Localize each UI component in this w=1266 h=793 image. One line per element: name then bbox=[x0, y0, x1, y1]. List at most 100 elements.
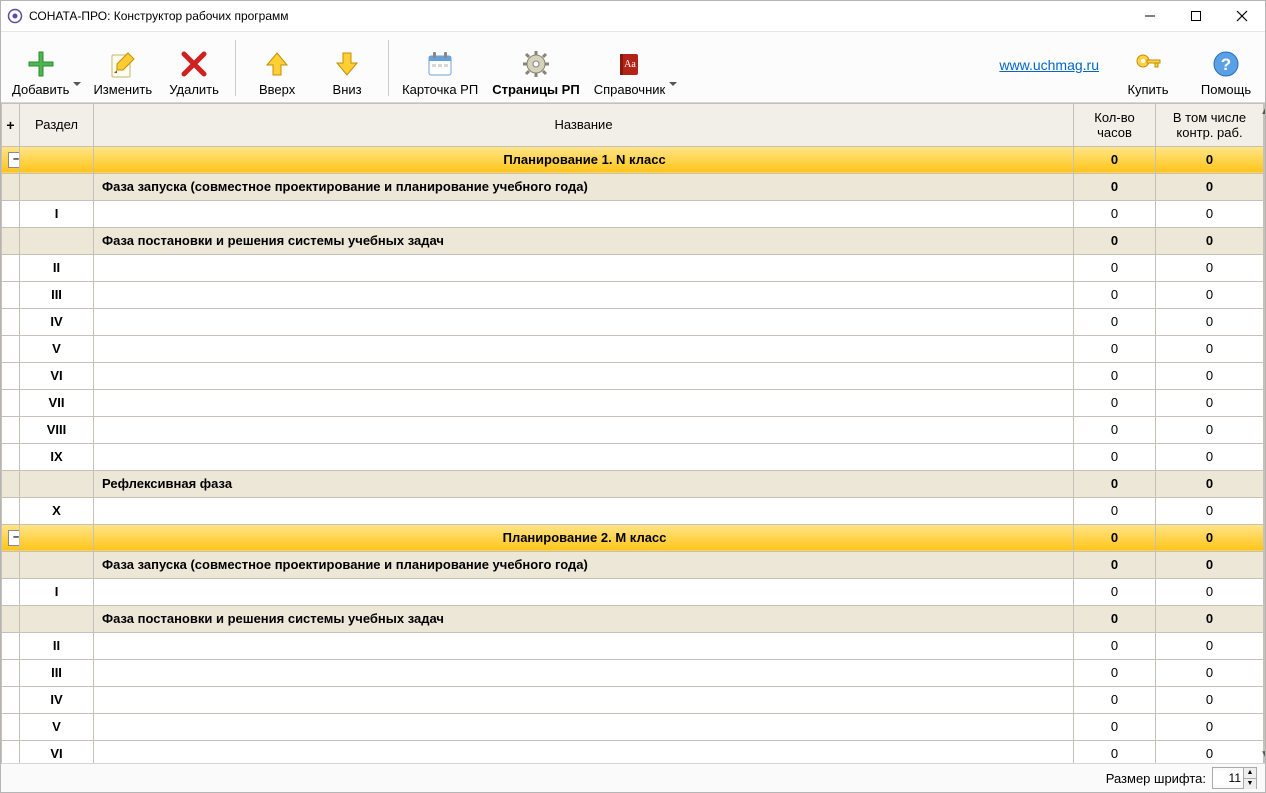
cell-ctrl[interactable]: 0 bbox=[1156, 389, 1264, 416]
cell-name[interactable]: Планирование 2. M класс bbox=[94, 524, 1074, 551]
cell-ctrl[interactable]: 0 bbox=[1156, 524, 1264, 551]
cell-hours[interactable]: 0 bbox=[1074, 362, 1156, 389]
grid-row[interactable]: II 00 bbox=[2, 632, 1264, 659]
window-close-button[interactable] bbox=[1219, 1, 1265, 31]
cell-section[interactable]: IV bbox=[20, 686, 94, 713]
cell-ctrl[interactable]: 0 bbox=[1156, 578, 1264, 605]
up-button[interactable]: Вверх bbox=[242, 36, 312, 100]
cell-ctrl[interactable]: 0 bbox=[1156, 200, 1264, 227]
cell-hours[interactable]: 0 bbox=[1074, 389, 1156, 416]
cell-name[interactable] bbox=[94, 335, 1074, 362]
cell-hours[interactable]: 0 bbox=[1074, 416, 1156, 443]
cell-section[interactable]: VI bbox=[20, 362, 94, 389]
reference-button[interactable]: Aa Справочник bbox=[587, 36, 683, 100]
cell-hours[interactable]: 0 bbox=[1074, 632, 1156, 659]
cell-ctrl[interactable]: 0 bbox=[1156, 713, 1264, 740]
grid-row[interactable]: V 00 bbox=[2, 713, 1264, 740]
cell-hours[interactable]: 0 bbox=[1074, 497, 1156, 524]
cell-section[interactable]: IX bbox=[20, 443, 94, 470]
cell-ctrl[interactable]: 0 bbox=[1156, 335, 1264, 362]
cell-section[interactable]: III bbox=[20, 281, 94, 308]
pages-button[interactable]: Страницы РП bbox=[485, 36, 587, 100]
cell-section[interactable]: II bbox=[20, 254, 94, 281]
cell-ctrl[interactable]: 0 bbox=[1156, 362, 1264, 389]
cell-hours[interactable]: 0 bbox=[1074, 254, 1156, 281]
grid-row[interactable]: VI 00 bbox=[2, 362, 1264, 389]
cell-section[interactable]: V bbox=[20, 713, 94, 740]
cell-hours[interactable]: 0 bbox=[1074, 227, 1156, 254]
edit-button[interactable]: Изменить bbox=[86, 36, 159, 100]
cell-ctrl[interactable]: 0 bbox=[1156, 227, 1264, 254]
grid-row[interactable]: VII 00 bbox=[2, 389, 1264, 416]
cell-section[interactable] bbox=[20, 227, 94, 254]
cell-section[interactable] bbox=[20, 524, 94, 551]
grid-row[interactable]: II00 bbox=[2, 254, 1264, 281]
cell-ctrl[interactable]: 0 bbox=[1156, 308, 1264, 335]
font-size-input[interactable] bbox=[1213, 771, 1243, 785]
cell-name[interactable] bbox=[94, 632, 1074, 659]
help-button[interactable]: ? Помощь bbox=[1191, 36, 1261, 100]
cell-hours[interactable]: 0 bbox=[1074, 740, 1156, 763]
cell-name[interactable]: Фаза постановки и решения системы учебны… bbox=[94, 605, 1074, 632]
cell-section[interactable]: VII bbox=[20, 389, 94, 416]
cell-name[interactable] bbox=[94, 740, 1074, 763]
cell-hours[interactable]: 0 bbox=[1074, 308, 1156, 335]
cell-section[interactable]: III bbox=[20, 659, 94, 686]
cell-hours[interactable]: 0 bbox=[1074, 281, 1156, 308]
col-header-hours[interactable]: Кол-во часов bbox=[1074, 103, 1156, 146]
cell-name[interactable] bbox=[94, 416, 1074, 443]
cell-name[interactable]: Фаза постановки и решения системы учебны… bbox=[94, 227, 1074, 254]
cell-ctrl[interactable]: 0 bbox=[1156, 281, 1264, 308]
font-size-spinner[interactable]: ▲ ▼ bbox=[1212, 767, 1257, 789]
cell-hours[interactable]: 0 bbox=[1074, 200, 1156, 227]
cell-ctrl[interactable]: 0 bbox=[1156, 605, 1264, 632]
cell-hours[interactable]: 0 bbox=[1074, 470, 1156, 497]
cell-hours[interactable]: 0 bbox=[1074, 713, 1156, 740]
grid-row[interactable]: III 00 bbox=[2, 281, 1264, 308]
cell-name[interactable] bbox=[94, 308, 1074, 335]
window-minimize-button[interactable] bbox=[1127, 1, 1173, 31]
cell-ctrl[interactable]: 0 bbox=[1156, 173, 1264, 200]
grid-row[interactable]: Фаза постановки и решения системы учебны… bbox=[2, 227, 1264, 254]
grid-row[interactable]: I 00 bbox=[2, 200, 1264, 227]
cell-section[interactable] bbox=[20, 605, 94, 632]
cell-section[interactable]: I bbox=[20, 200, 94, 227]
grid-row[interactable]: Рефлексивная фаза00 bbox=[2, 470, 1264, 497]
cell-section[interactable]: V bbox=[20, 335, 94, 362]
cell-section[interactable]: I bbox=[20, 578, 94, 605]
cell-hours[interactable]: 0 bbox=[1074, 605, 1156, 632]
cell-hours[interactable]: 0 bbox=[1074, 686, 1156, 713]
cell-section[interactable]: II bbox=[20, 632, 94, 659]
window-maximize-button[interactable] bbox=[1173, 1, 1219, 31]
cell-hours[interactable]: 0 bbox=[1074, 551, 1156, 578]
cell-ctrl[interactable]: 0 bbox=[1156, 632, 1264, 659]
grid-row[interactable]: III 00 bbox=[2, 659, 1264, 686]
spin-down[interactable]: ▼ bbox=[1243, 779, 1256, 789]
delete-button[interactable]: Удалить bbox=[159, 36, 229, 100]
cell-ctrl[interactable]: 0 bbox=[1156, 659, 1264, 686]
cell-section[interactable]: X bbox=[20, 497, 94, 524]
uchmag-link[interactable]: www.uchmag.ru bbox=[999, 57, 1099, 73]
cell-ctrl[interactable]: 0 bbox=[1156, 551, 1264, 578]
cell-name[interactable] bbox=[94, 362, 1074, 389]
grid-row[interactable]: IX00 bbox=[2, 443, 1264, 470]
cell-section[interactable]: VIII bbox=[20, 416, 94, 443]
cell-section[interactable] bbox=[20, 551, 94, 578]
cell-hours[interactable]: 0 bbox=[1074, 578, 1156, 605]
grid-row[interactable]: Фаза постановки и решения системы учебны… bbox=[2, 605, 1264, 632]
cell-ctrl[interactable]: 0 bbox=[1156, 443, 1264, 470]
grid-row[interactable]: V00 bbox=[2, 335, 1264, 362]
grid-row[interactable]: IV00 bbox=[2, 686, 1264, 713]
cell-hours[interactable]: 0 bbox=[1074, 659, 1156, 686]
cell-name[interactable] bbox=[94, 659, 1074, 686]
cell-ctrl[interactable]: 0 bbox=[1156, 416, 1264, 443]
cell-section[interactable]: IV bbox=[20, 308, 94, 335]
planning-grid[interactable]: + Раздел Название Кол-во часов В том чис… bbox=[1, 103, 1264, 763]
grid-row[interactable]: –Планирование 2. M класс00 bbox=[2, 524, 1264, 551]
cell-ctrl[interactable]: 0 bbox=[1156, 740, 1264, 763]
grid-row[interactable]: VI00 bbox=[2, 740, 1264, 763]
grid-row[interactable]: IV 00 bbox=[2, 308, 1264, 335]
cell-ctrl[interactable]: 0 bbox=[1156, 497, 1264, 524]
grid-row[interactable]: –Планирование 1. N класс00 bbox=[2, 146, 1264, 173]
cell-ctrl[interactable]: 0 bbox=[1156, 470, 1264, 497]
